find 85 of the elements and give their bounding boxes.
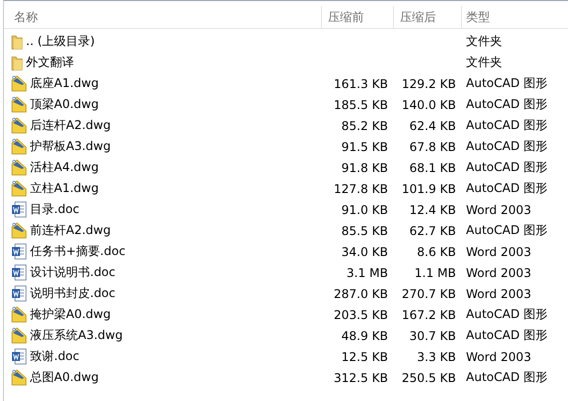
file-name[interactable]: 外文翻译 <box>26 54 74 71</box>
file-type: 文件夹 <box>465 54 503 71</box>
size-before: 203.5 KB <box>332 308 389 322</box>
size-before: 185.5 KB <box>332 98 389 112</box>
drawing-file-icon <box>11 138 27 155</box>
size-after: 250.5 KB <box>400 370 457 384</box>
size-after: 68.1 KB <box>408 160 457 174</box>
file-name[interactable]: 底座A1.dwg <box>30 75 99 92</box>
size-before: 287.0 KB <box>332 286 389 300</box>
size-before: 91.8 KB <box>340 160 389 174</box>
file-type: AutoCAD 图形 <box>465 222 549 239</box>
file-type: 文件夹 <box>465 33 503 50</box>
size-after: 101.9 KB <box>400 182 457 196</box>
size-after: 8.6 KB <box>416 244 457 258</box>
file-name[interactable]: 说明书封皮.doc <box>30 285 116 302</box>
file-type: AutoCAD 图形 <box>465 369 549 386</box>
size-after: 12.4 KB <box>408 202 457 216</box>
word-document-icon <box>11 243 27 260</box>
file-type: AutoCAD 图形 <box>465 96 549 113</box>
file-name[interactable]: 活柱A4.dwg <box>30 159 99 176</box>
size-before: 34.0 KB <box>340 244 389 258</box>
size-after: 30.7 KB <box>408 328 457 342</box>
word-document-icon <box>11 285 27 302</box>
size-after: 270.7 KB <box>400 286 457 300</box>
file-name[interactable]: 致谢.doc <box>30 348 80 365</box>
size-after: 3.3 KB <box>416 350 457 364</box>
drawing-file-icon <box>11 327 27 344</box>
drawing-file-icon <box>11 222 27 239</box>
size-before: 48.9 KB <box>340 328 389 342</box>
size-after: 67.8 KB <box>408 140 457 154</box>
file-name[interactable]: 目录.doc <box>30 201 80 218</box>
drawing-file-icon <box>11 369 27 386</box>
file-name[interactable]: .. (上级目录) <box>26 33 95 50</box>
size-after: 167.2 KB <box>400 308 457 322</box>
file-type: Word 2003 <box>465 244 532 258</box>
drawing-file-icon <box>11 159 27 176</box>
word-document-icon <box>11 201 27 218</box>
folder-icon <box>11 54 23 70</box>
file-name[interactable]: 前连杆A2.dwg <box>30 222 111 239</box>
size-after: 62.4 KB <box>408 118 457 132</box>
column-header[interactable]: 名称 <box>4 6 322 28</box>
file-name[interactable]: 设计说明书.doc <box>30 264 116 281</box>
drawing-file-icon <box>11 96 27 113</box>
word-document-icon <box>11 348 27 365</box>
file-name[interactable]: 总图A0.dwg <box>30 369 99 386</box>
file-type: Word 2003 <box>465 266 532 280</box>
drawing-file-icon <box>11 306 27 323</box>
file-name[interactable]: 顶梁A0.dwg <box>30 96 99 113</box>
file-name[interactable]: 任务书+摘要.doc <box>30 243 126 260</box>
drawing-file-icon <box>11 75 27 92</box>
size-before: 12.5 KB <box>340 350 389 364</box>
file-type: AutoCAD 图形 <box>465 159 549 176</box>
file-type: AutoCAD 图形 <box>465 138 549 155</box>
size-after: 129.2 KB <box>400 76 457 90</box>
size-before: 85.5 KB <box>340 224 389 238</box>
size-before: 127.8 KB <box>332 182 389 196</box>
word-document-icon <box>11 264 27 281</box>
drawing-file-icon <box>11 180 27 197</box>
file-type: AutoCAD 图形 <box>465 75 549 92</box>
file-type: AutoCAD 图形 <box>465 327 549 344</box>
column-header[interactable]: 类型 <box>462 6 568 28</box>
file-type: AutoCAD 图形 <box>465 306 549 323</box>
size-before: 91.5 KB <box>340 140 389 154</box>
column-header[interactable]: 压缩前 <box>322 6 394 28</box>
file-name[interactable]: 护帮板A3.dwg <box>30 138 111 155</box>
file-name[interactable]: 液压系统A3.dwg <box>30 327 123 344</box>
size-before: 312.5 KB <box>332 370 389 384</box>
file-name[interactable]: 后连杆A2.dwg <box>30 117 111 134</box>
file-type: Word 2003 <box>465 202 532 216</box>
column-header[interactable]: 压缩后 <box>394 6 462 28</box>
size-before: 3.1 MB <box>346 266 389 280</box>
file-type: Word 2003 <box>465 350 532 364</box>
size-after: 140.0 KB <box>400 98 457 112</box>
size-after: 1.1 MB <box>414 266 457 280</box>
size-after: 62.7 KB <box>408 224 457 238</box>
file-type: AutoCAD 图形 <box>465 117 549 134</box>
drawing-file-icon <box>11 117 27 134</box>
file-type: Word 2003 <box>465 286 532 300</box>
size-before: 85.2 KB <box>340 118 389 132</box>
folder-icon <box>11 34 23 50</box>
size-before: 91.0 KB <box>340 202 389 216</box>
size-before: 161.3 KB <box>332 76 389 90</box>
file-name[interactable]: 掩护梁A0.dwg <box>30 306 111 323</box>
file-type: AutoCAD 图形 <box>465 180 549 197</box>
file-name[interactable]: 立柱A1.dwg <box>30 180 99 197</box>
